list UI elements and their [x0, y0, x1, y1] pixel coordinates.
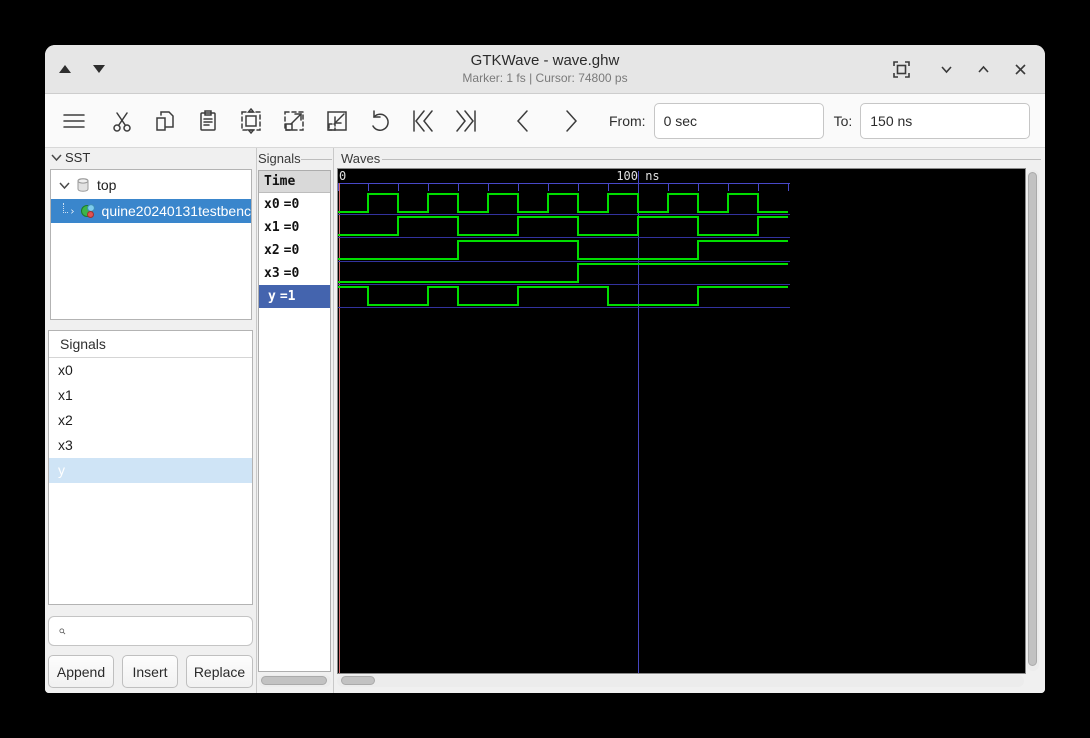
wave-row-y[interactable]: y =1: [259, 285, 330, 308]
replace-button[interactable]: Replace: [186, 655, 253, 688]
toolbar: From: To:: [45, 94, 1045, 148]
waves-hscrollbar[interactable]: [337, 675, 1024, 687]
signal-buttons: Append Insert Replace: [48, 655, 253, 688]
append-button[interactable]: Append: [48, 655, 114, 688]
tree-node-top[interactable]: top: [51, 173, 251, 197]
scrollbar-thumb[interactable]: [341, 676, 375, 685]
signal-list-header: Signals: [49, 331, 252, 358]
tree-node-testbench[interactable]: quine20240131testbenc: [51, 199, 251, 223]
minimize-icon[interactable]: [938, 61, 955, 78]
wave-row-x2[interactable]: x2 =0: [259, 239, 330, 262]
pane-splitter-left[interactable]: [256, 148, 257, 693]
shift-up-button[interactable]: [59, 65, 71, 73]
reload-button[interactable]: [1042, 105, 1045, 137]
module-icon: [80, 204, 95, 218]
zoom-fit-button[interactable]: [236, 105, 266, 137]
tree-node-label: top: [97, 177, 117, 193]
chevron-down-icon: [51, 154, 62, 162]
desktop: GTKWave - wave.ghw Marker: 1 fs | Cursor…: [0, 0, 1090, 738]
search-icon: [59, 627, 66, 634]
scrollbar-thumb[interactable]: [261, 676, 327, 685]
tree-node-label: quine20240131testbenc: [101, 203, 251, 219]
pane-splitter-right[interactable]: [333, 148, 334, 693]
signal-list-item-x1[interactable]: x1: [49, 383, 252, 408]
wave-trace-x1: [338, 216, 788, 236]
previous-edge-button[interactable]: [508, 105, 538, 137]
waves-vscrollbar[interactable]: [1027, 170, 1039, 671]
wave-trace-x2: [338, 240, 788, 260]
expander-open-icon[interactable]: [59, 181, 70, 190]
from-label: From:: [609, 112, 646, 129]
time-header: Time: [259, 171, 330, 193]
maximize-icon[interactable]: [975, 61, 992, 78]
wave-signal-name: y: [268, 289, 276, 304]
signal-list-item-x3[interactable]: x3: [49, 433, 252, 458]
to-label: To:: [833, 112, 853, 129]
go-to-start-button[interactable]: [408, 105, 438, 137]
waves-frame-label: Waves: [341, 151, 381, 166]
close-icon[interactable]: [1012, 61, 1029, 78]
wave-signal-value: =0: [283, 266, 300, 281]
paste-button[interactable]: [193, 105, 223, 137]
titlebar[interactable]: GTKWave - wave.ghw Marker: 1 fs | Cursor…: [45, 45, 1045, 94]
search-input[interactable]: [72, 622, 252, 640]
next-edge-button[interactable]: [556, 105, 586, 137]
go-to-end-button[interactable]: [451, 105, 481, 137]
menu-button[interactable]: [59, 105, 89, 137]
frame-line: [301, 159, 332, 160]
undo-button[interactable]: [365, 105, 395, 137]
signal-list-item-y[interactable]: y: [49, 458, 252, 483]
wave-trace-x3: [338, 263, 788, 283]
sst-tree: top quine20240131testbenc: [50, 169, 252, 320]
zoom-out-button[interactable]: [322, 105, 352, 137]
copy-button[interactable]: [150, 105, 180, 137]
wave-signal-value: =0: [283, 197, 300, 212]
wave-names-panel: Time x0 =0 x1 =0 x2 =0 x3 =0 y =1: [258, 170, 331, 672]
wave-trace-x0: [338, 193, 788, 213]
wave-signal-name: x0: [264, 197, 280, 212]
wave-signal-value: =1: [279, 289, 296, 304]
main-area: SST top quine20240131testbenc Signals x0…: [45, 148, 1045, 693]
package-icon: [77, 178, 89, 192]
wave-signal-name: x3: [264, 266, 280, 281]
wave-trace-y: [338, 286, 788, 306]
gtkwave-window: GTKWave - wave.ghw Marker: 1 fs | Cursor…: [45, 45, 1045, 693]
scrollbar-thumb[interactable]: [1028, 172, 1037, 666]
expander-closed-icon[interactable]: [68, 208, 77, 214]
wave-signal-value: =0: [283, 243, 300, 258]
signal-list-item-x0[interactable]: x0: [49, 358, 252, 383]
wave-signal-name: x2: [264, 243, 280, 258]
frame-line: [382, 159, 1041, 160]
signals-frame-label: Signals: [258, 151, 301, 166]
from-input[interactable]: [653, 102, 824, 139]
signal-list-item-x2[interactable]: x2: [49, 408, 252, 433]
zoom-in-button[interactable]: [279, 105, 309, 137]
signal-list-panel: Signals x0 x1 x2 x3 y: [48, 330, 253, 605]
svg-text:0: 0: [339, 169, 346, 183]
insert-button[interactable]: Insert: [122, 655, 178, 688]
wave-canvas[interactable]: 0 100 ns: [337, 168, 1026, 674]
wave-row-x0[interactable]: x0 =0: [259, 193, 330, 216]
fullscreen-icon[interactable]: [893, 60, 910, 78]
wave-signal-name: x1: [264, 220, 280, 235]
wave-row-x3[interactable]: x3 =0: [259, 262, 330, 285]
sst-expander[interactable]: SST: [51, 150, 90, 165]
names-hscrollbar[interactable]: [259, 675, 331, 687]
shift-down-button[interactable]: [93, 65, 105, 73]
signal-search[interactable]: [48, 616, 253, 646]
cut-button[interactable]: [107, 105, 137, 137]
wave-signal-value: =0: [283, 220, 300, 235]
to-input[interactable]: [860, 102, 1031, 139]
wave-row-x1[interactable]: x1 =0: [259, 216, 330, 239]
sst-label: SST: [65, 150, 91, 165]
